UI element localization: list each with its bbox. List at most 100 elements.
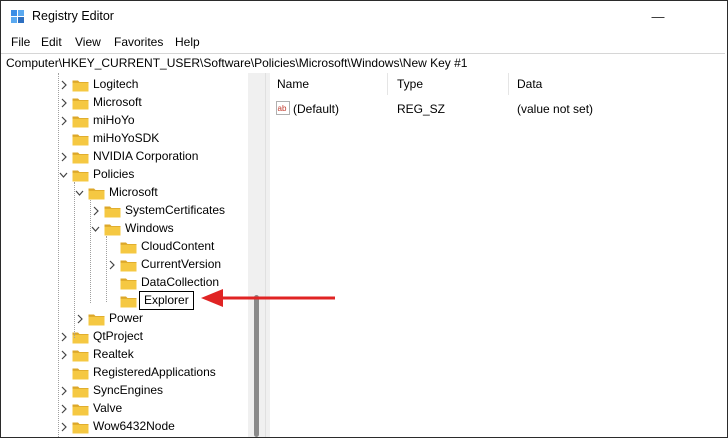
tree-item-label: Logitech <box>93 77 139 91</box>
tree-item-label: Realtek <box>93 347 134 361</box>
folder-icon <box>72 386 89 398</box>
folder-icon <box>72 422 89 434</box>
chevron-down-icon[interactable] <box>59 170 68 180</box>
key-tree-pane[interactable]: Logitech Microsoft miHoYo miHoYoSDK NVIDIA C… <box>1 73 265 437</box>
tree-item-label: QtProject <box>93 329 144 343</box>
column-separator[interactable] <box>508 73 509 95</box>
registry-editor-app-icon <box>11 10 24 23</box>
menu-file[interactable]: File <box>11 35 30 49</box>
tree-scrollbar-thumb[interactable] <box>254 295 259 437</box>
tree-item-label: Policies <box>93 167 135 181</box>
tree-item-label: CloudContent <box>141 239 215 253</box>
menu-view[interactable]: View <box>75 35 101 49</box>
value-row-default[interactable]: ab (Default) REG_SZ (value not set) <box>270 100 727 118</box>
tree-item-label: Microsoft <box>93 95 142 109</box>
folder-icon <box>120 260 137 272</box>
column-separator[interactable] <box>387 73 388 95</box>
folder-icon <box>72 152 89 164</box>
title-bar[interactable]: Registry Editor — <box>1 1 727 33</box>
column-header-type[interactable]: Type <box>397 73 423 95</box>
tree-item-label: Windows <box>125 221 174 235</box>
tree-item-wow6432node[interactable]: Wow6432Node <box>1 418 248 436</box>
tree-scrollbar[interactable] <box>248 73 265 437</box>
tree-item-label: SystemCertificates <box>125 203 226 217</box>
tree-item-systemcertificates[interactable]: SystemCertificates <box>1 202 248 220</box>
tree-item-label: SyncEngines <box>93 383 164 397</box>
folder-icon <box>72 134 89 146</box>
chevron-right-icon[interactable] <box>59 422 68 432</box>
chevron-right-icon[interactable] <box>59 98 68 108</box>
address-path[interactable]: Computer\HKEY_CURRENT_USER\Software\Poli… <box>6 56 467 70</box>
column-header-data[interactable]: Data <box>517 73 542 95</box>
tree-item-policies[interactable]: Policies <box>1 166 248 184</box>
folder-icon <box>72 170 89 182</box>
address-bar[interactable]: Computer\HKEY_CURRENT_USER\Software\Poli… <box>1 53 725 74</box>
tree-item-label: miHoYo <box>93 113 135 127</box>
folder-icon <box>120 296 137 308</box>
tree-item-label: miHoYoSDK <box>93 131 160 145</box>
string-value-icon: ab <box>276 101 290 115</box>
chevron-down-icon[interactable] <box>75 188 84 198</box>
tree-item-mihoyosdk[interactable]: miHoYoSDK <box>1 130 248 148</box>
chevron-right-icon[interactable] <box>59 386 68 396</box>
svg-text:ab: ab <box>278 104 287 113</box>
tree-item-qtproject[interactable]: QtProject <box>1 328 248 346</box>
folder-icon <box>72 404 89 416</box>
tree-item-cloudcontent[interactable]: CloudContent <box>1 238 248 256</box>
rename-key-input[interactable]: Explorer <box>139 291 194 310</box>
folder-icon <box>72 80 89 92</box>
folder-icon <box>120 278 137 290</box>
tree-item-registeredapplications[interactable]: RegisteredApplications <box>1 364 248 382</box>
menu-help[interactable]: Help <box>175 35 200 49</box>
menu-favorites[interactable]: Favorites <box>114 35 163 49</box>
tree-item-mihoyo[interactable]: miHoYo <box>1 112 248 130</box>
value-type: REG_SZ <box>397 102 446 116</box>
tree-item-label: RegisteredApplications <box>93 365 216 379</box>
tree-guide-line <box>74 182 75 338</box>
tree-item-windows[interactable]: Windows <box>1 220 248 238</box>
tree-item-valve[interactable]: Valve <box>1 400 248 418</box>
tree-item-logitech[interactable]: Logitech <box>1 76 248 94</box>
folder-icon <box>72 98 89 110</box>
tree-item-syncengines[interactable]: SyncEngines <box>1 382 248 400</box>
tree-item-label: Power <box>109 311 144 325</box>
values-list-pane[interactable]: Name Type Data ab (Default) REG_SZ (valu… <box>270 73 727 437</box>
folder-icon <box>72 350 89 362</box>
chevron-right-icon[interactable] <box>59 332 68 342</box>
tree-item-label: CurrentVersion <box>141 257 222 271</box>
chevron-right-icon[interactable] <box>59 80 68 90</box>
folder-icon <box>72 368 89 380</box>
tree-item-power[interactable]: Power <box>1 310 248 328</box>
folder-icon <box>120 242 137 254</box>
value-data: (value not set) <box>517 102 594 116</box>
value-name: (Default) <box>293 102 340 116</box>
folder-icon <box>88 314 105 326</box>
menu-bar: File Edit View Favorites Help <box>1 33 727 53</box>
folder-icon <box>104 206 121 218</box>
tree-item-currentversion[interactable]: CurrentVersion <box>1 256 248 274</box>
chevron-right-icon[interactable] <box>75 314 84 324</box>
tree-guide-line <box>58 73 59 437</box>
chevron-right-icon[interactable] <box>59 116 68 126</box>
chevron-right-icon[interactable] <box>91 206 100 216</box>
tree-item-label: Valve <box>93 401 123 415</box>
menu-edit[interactable]: Edit <box>41 35 62 49</box>
folder-icon <box>104 224 121 236</box>
chevron-down-icon[interactable] <box>91 224 100 234</box>
registry-editor-window: Registry Editor — File Edit View Favorit… <box>0 0 728 438</box>
column-header-name[interactable]: Name <box>277 73 309 95</box>
chevron-right-icon[interactable] <box>59 152 68 162</box>
folder-icon <box>72 116 89 128</box>
chevron-right-icon[interactable] <box>107 260 116 270</box>
tree-item-microsoft[interactable]: Microsoft <box>1 94 248 112</box>
chevron-right-icon[interactable] <box>59 350 68 360</box>
tree-item-nvidia-corporation[interactable]: NVIDIA Corporation <box>1 148 248 166</box>
tree-item-realtek[interactable]: Realtek <box>1 346 248 364</box>
minimize-button[interactable]: — <box>635 1 681 33</box>
annotation-arrow <box>201 289 335 307</box>
window-title: Registry Editor <box>32 9 114 23</box>
folder-icon <box>88 188 105 200</box>
tree-item-label: NVIDIA Corporation <box>93 149 199 163</box>
chevron-right-icon[interactable] <box>59 404 68 414</box>
tree-item-microsoft[interactable]: Microsoft <box>1 184 248 202</box>
